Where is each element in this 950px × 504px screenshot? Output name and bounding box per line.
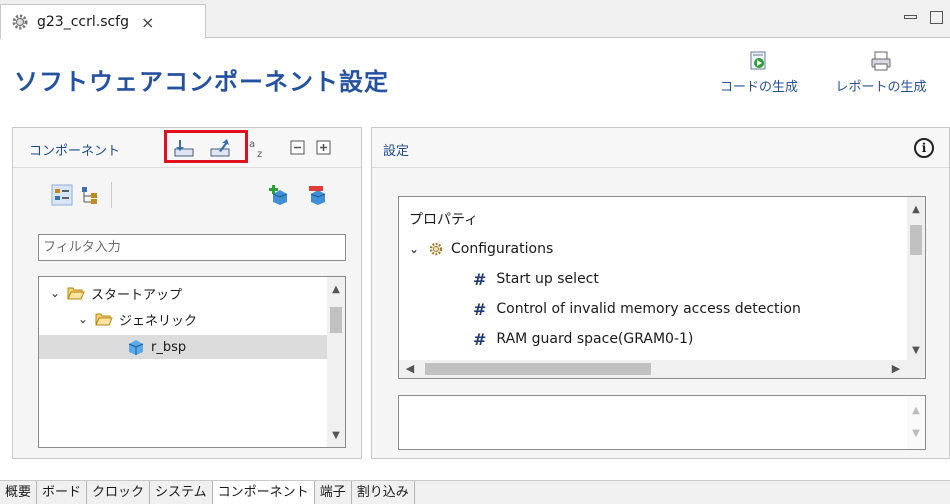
category-view-icon[interactable] [51, 184, 73, 206]
scroll-down-icon[interactable]: ▼ [907, 425, 925, 443]
scroll-thumb[interactable] [910, 225, 922, 255]
scroll-down-icon[interactable]: ▼ [907, 342, 925, 360]
minimize-icon[interactable] [902, 10, 918, 24]
tab-system[interactable]: システム [150, 481, 213, 504]
maximize-icon[interactable] [928, 10, 944, 24]
scroll-up-icon[interactable]: ▲ [327, 281, 345, 299]
chevron-down-icon[interactable]: ⌄ [49, 286, 61, 300]
generate-report-label: レポートの生成 [835, 80, 927, 95]
tab-pins[interactable]: 端子 [315, 481, 352, 504]
description-box: ▲ ▼ [398, 395, 926, 450]
hash-icon: # [473, 299, 487, 319]
tab-interrupts[interactable]: 割り込み [352, 481, 415, 504]
property-label: Start up select [496, 271, 599, 287]
import-icon[interactable] [173, 137, 195, 159]
settings-panel-header: 設定 i [372, 128, 949, 168]
tree-label: r_bsp [151, 339, 187, 355]
printer-icon [871, 51, 891, 71]
tree-row-startup[interactable]: ⌄ スタートアップ [49, 281, 182, 305]
chevron-down-icon[interactable]: ⌄ [409, 242, 421, 256]
hierarchy-view-icon[interactable] [79, 184, 101, 206]
close-icon[interactable]: × [141, 13, 154, 32]
tree-row-r-bsp[interactable]: r_bsp [39, 335, 329, 359]
tab-overview[interactable]: 概要 [0, 481, 38, 504]
property-label: Control of invalid memory access detecti… [496, 301, 801, 317]
folder-open-icon [67, 287, 85, 300]
chevron-down-icon[interactable]: ⌄ [77, 312, 89, 326]
tree-vertical-scrollbar[interactable]: ▲ ▼ [327, 277, 345, 447]
settings-panel-title: 設定 [383, 144, 410, 159]
component-cube-icon [128, 340, 144, 355]
hash-icon: # [473, 269, 487, 289]
tab-components[interactable]: コンポーネント [212, 481, 315, 504]
generate-report-button[interactable]: レポートの生成 [820, 50, 942, 95]
export-icon[interactable] [209, 137, 231, 159]
property-header-label: プロパティ [409, 212, 479, 228]
components-panel: コンポーネント a z フィルタ入力 ⌄ スタートアップ ⌄ ジェネリック r_… [12, 127, 362, 459]
components-panel-title: コンポーネント [29, 144, 121, 159]
property-row[interactable]: # Start up select [399, 265, 599, 293]
scroll-right-icon[interactable]: ▶ [887, 360, 905, 378]
svg-text:z: z [257, 149, 262, 159]
tree-label: スタートアップ [91, 287, 183, 303]
components-sub-toolbar [13, 168, 361, 220]
expand-all-icon[interactable] [313, 137, 335, 159]
generate-code-label: コードの生成 [719, 80, 798, 95]
remove-component-icon[interactable] [307, 184, 329, 206]
settings-panel: 設定 i プロパティ ⌄ Configurations # Start up s… [371, 127, 950, 459]
property-row[interactable]: # Control of invalid memory access detec… [399, 295, 801, 323]
editor-tab[interactable]: g23_ccrl.scfg × [0, 4, 206, 39]
scroll-thumb[interactable] [425, 363, 651, 375]
page-title: ソフトウェアコンポーネント設定 [14, 68, 389, 96]
components-panel-header: コンポーネント a z [13, 128, 361, 168]
scrollbar-corner [907, 360, 925, 378]
tree-label: ジェネリック [119, 313, 198, 329]
gear-icon [429, 242, 443, 256]
scroll-thumb[interactable] [330, 307, 342, 333]
scroll-down-icon[interactable]: ▼ [327, 427, 345, 445]
generate-code-icon [750, 51, 766, 70]
toolbar-separator [111, 182, 112, 208]
folder-open-icon [95, 313, 113, 326]
tab-board[interactable]: ボード [37, 481, 88, 504]
property-vertical-scrollbar[interactable]: ▲ ▼ [907, 197, 925, 362]
gear-icon [12, 14, 28, 30]
property-row[interactable]: # RAM guard space(GRAM0-1) [399, 325, 693, 353]
property-label: RAM guard space(GRAM0-1) [496, 331, 694, 347]
sort-alpha-icon[interactable]: a z [247, 137, 269, 159]
property-horizontal-scrollbar[interactable]: ◀ ▶ [399, 360, 907, 378]
description-vertical-scrollbar[interactable]: ▲ ▼ [907, 396, 925, 449]
property-header: プロパティ [399, 205, 478, 233]
property-table: プロパティ ⌄ Configurations # Start up select… [398, 196, 926, 379]
filter-input[interactable] [38, 234, 346, 261]
collapse-all-icon[interactable] [287, 137, 309, 159]
scroll-up-icon[interactable]: ▲ [907, 402, 925, 420]
tab-clock[interactable]: クロック [87, 481, 151, 504]
generate-code-button[interactable]: コードの生成 [700, 50, 818, 95]
add-component-icon[interactable] [269, 184, 291, 206]
bottom-tab-bar: 概要 ボード クロック システム コンポーネント 端子 割り込み [0, 480, 950, 504]
property-group-row[interactable]: ⌄ Configurations [399, 235, 553, 263]
component-tree: ⌄ スタートアップ ⌄ ジェネリック r_bsp ▲ ▼ [38, 276, 346, 448]
info-icon[interactable]: i [914, 138, 934, 158]
svg-text:a: a [249, 139, 255, 150]
scroll-left-icon[interactable]: ◀ [401, 360, 419, 378]
hash-icon: # [473, 329, 487, 349]
editor-tab-strip: g23_ccrl.scfg × [0, 0, 950, 39]
property-group-label: Configurations [451, 241, 554, 257]
scroll-up-icon[interactable]: ▲ [907, 201, 925, 219]
editor-tab-title: g23_ccrl.scfg [37, 14, 129, 30]
tree-row-generic[interactable]: ⌄ ジェネリック [77, 307, 197, 331]
